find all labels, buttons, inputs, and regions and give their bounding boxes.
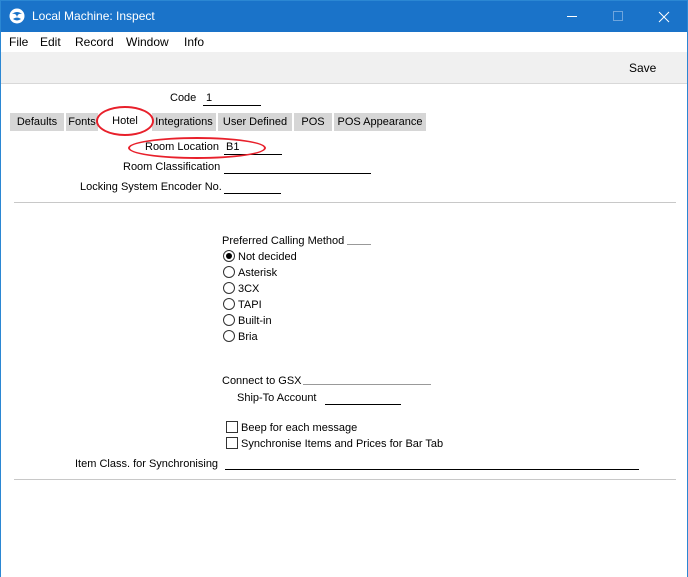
code-field[interactable]	[203, 105, 261, 106]
ship-to-label: Ship-To Account	[237, 392, 317, 404]
title-bar[interactable]: Local Machine: Inspect	[1, 1, 687, 32]
beep-checkbox[interactable]	[226, 421, 238, 433]
ship-to-field[interactable]	[325, 404, 401, 405]
radio-tapi[interactable]	[223, 298, 235, 310]
inspect-window: Local Machine: Inspect File Edit Record …	[0, 0, 688, 577]
radio-bria-label: Bria	[238, 331, 258, 343]
room-classification-field[interactable]	[224, 173, 371, 174]
menu-file[interactable]: File	[9, 35, 28, 49]
maximize-icon	[613, 11, 623, 21]
close-icon	[658, 11, 670, 23]
item-class-field[interactable]	[225, 469, 639, 470]
locking-encoder-field[interactable]	[224, 193, 281, 194]
radio-tapi-label: TAPI	[238, 299, 262, 311]
room-location-label: Room Location	[145, 141, 219, 153]
room-classification-label: Room Classification	[123, 161, 221, 173]
section-divider-top	[14, 202, 676, 203]
room-location-value: B1	[226, 141, 240, 153]
calling-method-underline	[347, 244, 371, 245]
tab-pos-appearance[interactable]: POS Appearance	[334, 113, 426, 131]
radio-built-in[interactable]	[223, 314, 235, 326]
tab-fonts[interactable]: Fonts	[66, 113, 98, 131]
maximize-button[interactable]	[595, 1, 641, 32]
beep-label: Beep for each message	[241, 422, 358, 434]
menu-window[interactable]: Window	[126, 35, 169, 49]
menu-info[interactable]: Info	[184, 35, 204, 49]
menu-edit[interactable]: Edit	[40, 35, 61, 49]
close-button[interactable]	[641, 1, 687, 32]
tab-defaults[interactable]: Defaults	[10, 113, 64, 131]
locking-encoder-label: Locking System Encoder No.	[80, 181, 222, 193]
tab-user-defined[interactable]: User Defined	[218, 113, 292, 131]
menu-record[interactable]: Record	[75, 35, 114, 49]
code-value: 1	[206, 92, 213, 104]
connect-gsx-field[interactable]	[303, 384, 431, 385]
item-class-label: Item Class. for Synchronising	[75, 458, 219, 470]
window-title: Local Machine: Inspect	[32, 9, 155, 23]
toolbar: Save	[1, 52, 687, 84]
tab-integrations[interactable]: Integrations	[152, 113, 216, 131]
sync-label: Synchronise Items and Prices for Bar Tab	[241, 438, 444, 450]
tab-hotel[interactable]: Hotel	[100, 111, 150, 131]
sync-checkbox[interactable]	[226, 437, 238, 449]
radio-not-decided-label: Not decided	[238, 251, 297, 263]
radio-3cx-label: 3CX	[238, 283, 260, 295]
radio-3cx[interactable]	[223, 282, 235, 294]
tab-pos[interactable]: POS	[294, 113, 332, 131]
radio-built-in-label: Built-in	[238, 315, 272, 327]
radio-asterisk-label: Asterisk	[238, 267, 278, 279]
radio-asterisk[interactable]	[223, 266, 235, 278]
code-label: Code	[170, 92, 197, 104]
section-divider-bottom	[14, 479, 676, 480]
minimize-icon	[567, 16, 577, 17]
menu-bar: File Edit Record Window Info	[1, 32, 687, 52]
connect-gsx-label: Connect to GSX	[222, 375, 302, 387]
save-button[interactable]: Save	[629, 61, 656, 75]
radio-not-decided[interactable]	[223, 250, 235, 262]
minimize-button[interactable]	[549, 1, 595, 32]
app-logo-icon	[9, 8, 25, 24]
radio-bria[interactable]	[223, 330, 235, 342]
room-location-field[interactable]	[224, 154, 282, 155]
record-form: Code 1 Defaults Fonts Hotel Integrations…	[1, 84, 687, 577]
calling-method-label: Preferred Calling Method	[222, 235, 345, 247]
